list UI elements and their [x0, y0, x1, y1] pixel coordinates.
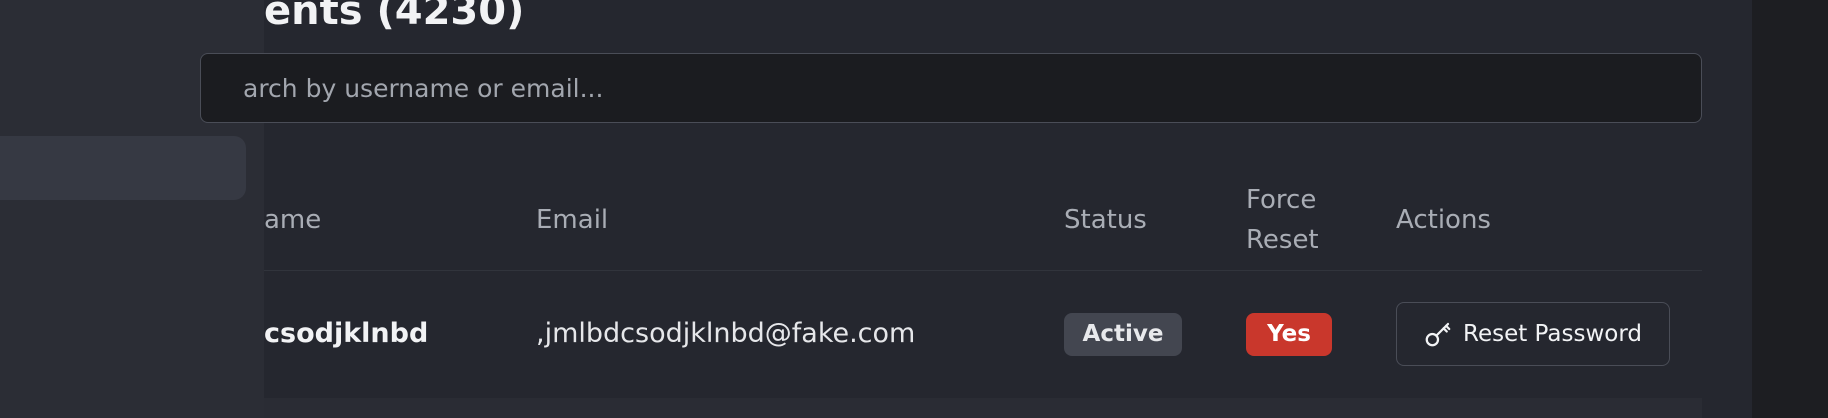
- search-input[interactable]: [241, 54, 1685, 123]
- reset-password-label: Reset Password: [1463, 321, 1642, 347]
- column-header-username: ame: [264, 205, 322, 235]
- right-panel-edge: [1752, 0, 1828, 418]
- column-header-force-reset-line1: Force: [1246, 185, 1317, 215]
- reset-password-button[interactable]: Reset Password: [1396, 302, 1670, 366]
- username-cell: csodjklnbd: [264, 318, 429, 349]
- next-row-stripe: [264, 398, 1702, 418]
- search-box[interactable]: [200, 53, 1702, 123]
- email-cell: ,jmlbdcsodjklnbd@fake.com: [536, 318, 916, 349]
- column-header-actions: Actions: [1396, 205, 1491, 235]
- force-reset-badge: Yes: [1246, 313, 1332, 356]
- status-badge: Active: [1064, 313, 1182, 356]
- sidebar-item-active[interactable]: [0, 136, 246, 200]
- key-icon: [1423, 319, 1453, 349]
- table-header-divider: [264, 270, 1702, 271]
- page-title: ents (4230): [264, 0, 525, 34]
- column-header-status: Status: [1064, 205, 1147, 235]
- column-header-force-reset-line2: Reset: [1246, 225, 1319, 255]
- column-header-email: Email: [536, 205, 609, 235]
